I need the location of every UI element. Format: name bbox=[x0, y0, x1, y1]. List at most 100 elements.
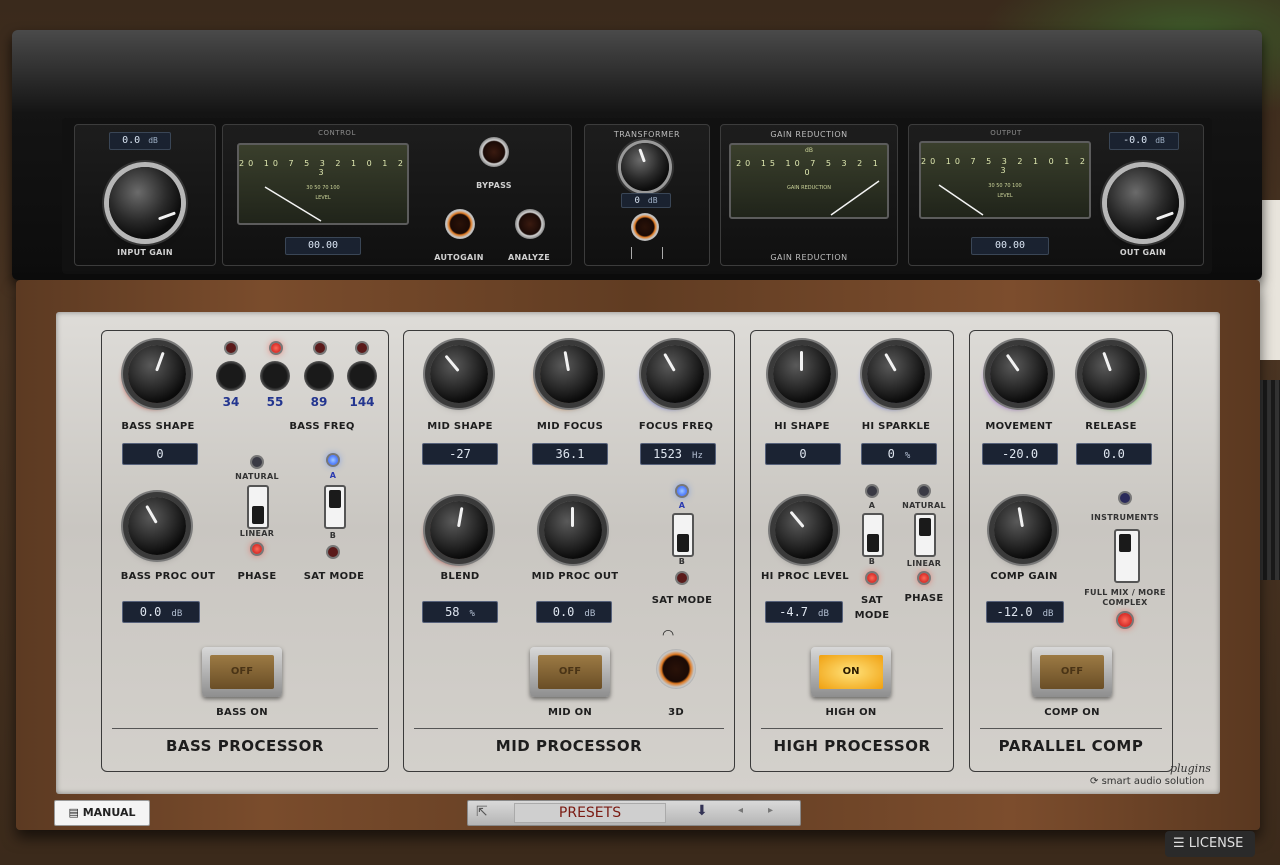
mid-on-button[interactable]: OFF bbox=[530, 647, 610, 697]
movement-knob[interactable] bbox=[990, 345, 1048, 403]
open-preset-icon[interactable]: ⇱ bbox=[476, 804, 488, 820]
hi-proc-level-display[interactable]: -4.7 dB bbox=[765, 601, 843, 623]
analyze-button[interactable] bbox=[515, 209, 545, 239]
mid-focus-label: MID FOCUS bbox=[536, 421, 604, 432]
bass-on-button[interactable]: OFF bbox=[202, 647, 282, 697]
input-gain-knob[interactable] bbox=[109, 167, 181, 239]
bass-sat-b-led bbox=[328, 547, 338, 557]
mid-sat-a-led bbox=[677, 486, 687, 496]
full-mix-label: FULL MIX / MORE COMPLEX bbox=[1084, 588, 1166, 607]
mid-sat-a-label: A bbox=[678, 501, 686, 510]
mid-processor-section: MID SHAPE -27 MID FOCUS 36.1 FOCUS FREQ … bbox=[403, 330, 735, 772]
hi-proc-level-unit: dB bbox=[818, 609, 829, 619]
mid-focus-value[interactable]: 36.1 bbox=[532, 443, 608, 465]
bass-sat-mode-toggle[interactable] bbox=[324, 485, 346, 529]
instruments-label: INSTRUMENTS bbox=[1090, 513, 1160, 522]
mid-sat-mode-label: SAT MODE bbox=[651, 595, 713, 606]
high-on-button[interactable]: ON bbox=[811, 647, 891, 697]
brand-logo: ⟳ smart audio solution bbox=[1090, 776, 1204, 787]
comp-gain-display[interactable]: -12.0 dB bbox=[986, 601, 1064, 623]
gain-reduction-bottom-label: GAIN REDUCTION bbox=[770, 253, 848, 262]
bass-shape-value[interactable]: 0 bbox=[122, 443, 198, 465]
release-value[interactable]: 0.0 bbox=[1076, 443, 1152, 465]
bass-freq-button-89[interactable] bbox=[304, 361, 334, 391]
mid-proc-out-knob[interactable] bbox=[544, 501, 602, 559]
mid-sat-b-led bbox=[677, 573, 687, 583]
bass-freq-button-34[interactable] bbox=[216, 361, 246, 391]
bass-freq-led-1 bbox=[226, 343, 236, 353]
bass-proc-out-knob[interactable] bbox=[128, 497, 186, 555]
brand-name: smart audio solution bbox=[1101, 776, 1205, 787]
next-preset-icon[interactable]: ▸ bbox=[768, 805, 773, 816]
hi-sparkle-unit: % bbox=[904, 451, 911, 461]
control-module: CONTROL 20 10 7 5 3 2 1 0 1 2 3 30 50 70… bbox=[222, 124, 572, 266]
hi-shape-knob[interactable] bbox=[773, 345, 831, 403]
output-module: OUTPUT 20 10 7 5 3 2 1 0 1 2 3 30 50 70 … bbox=[908, 124, 1204, 266]
input-gain-label: INPUT GAIN bbox=[117, 248, 173, 257]
comp-gain-unit: dB bbox=[1042, 609, 1054, 619]
mid-focus-knob[interactable] bbox=[540, 345, 598, 403]
transformer-knob[interactable] bbox=[621, 143, 669, 191]
bass-freq-button-55[interactable] bbox=[260, 361, 290, 391]
input-gain-display[interactable]: 0.0 dB bbox=[109, 132, 171, 150]
hi-sat-b-label: B bbox=[868, 557, 876, 566]
license-button[interactable]: ☰ LICENSE bbox=[1165, 831, 1255, 857]
comp-gain-knob[interactable] bbox=[994, 501, 1052, 559]
hi-phase-toggle[interactable] bbox=[914, 513, 936, 557]
hi-proc-level-knob[interactable] bbox=[775, 501, 833, 559]
bass-shape-label: BASS SHAPE bbox=[121, 421, 195, 432]
manual-button[interactable]: ▤ MANUAL bbox=[54, 800, 150, 826]
input-gain-value: 0.0 bbox=[122, 135, 141, 146]
menu-icon: ☰ bbox=[1173, 836, 1189, 851]
bypass-button[interactable] bbox=[479, 137, 509, 167]
blend-display[interactable]: 58% bbox=[422, 601, 498, 623]
bass-freq-led-4 bbox=[357, 343, 367, 353]
focus-freq-unit: Hz bbox=[692, 451, 703, 461]
mid-sat-mode-toggle[interactable] bbox=[672, 513, 694, 557]
release-knob[interactable] bbox=[1082, 345, 1140, 403]
hi-sat-mode-toggle[interactable] bbox=[862, 513, 884, 557]
comp-on-button[interactable]: OFF bbox=[1032, 647, 1112, 697]
out-gain-label: OUT GAIN bbox=[1119, 248, 1167, 257]
hi-sparkle-display[interactable]: 0% bbox=[861, 443, 937, 465]
focus-freq-knob[interactable] bbox=[646, 345, 704, 403]
3d-button[interactable] bbox=[656, 649, 696, 689]
3d-label: 3D bbox=[668, 707, 684, 718]
save-preset-icon[interactable]: ⬇ bbox=[696, 803, 708, 819]
hi-sparkle-knob[interactable] bbox=[867, 345, 925, 403]
mid-proc-out-label: MID PROC OUT bbox=[531, 571, 619, 582]
bass-shape-knob[interactable] bbox=[128, 345, 186, 403]
output-meter-needle bbox=[938, 184, 984, 216]
movement-value[interactable]: -20.0 bbox=[982, 443, 1058, 465]
mid-proc-out-display[interactable]: 0.0 dB bbox=[536, 601, 612, 623]
autogain-label: AUTOGAIN bbox=[434, 253, 484, 262]
bass-on-label: BASS ON bbox=[216, 707, 268, 718]
blend-knob[interactable] bbox=[430, 501, 488, 559]
comp-on-label: COMP ON bbox=[1044, 707, 1100, 718]
focus-freq-label: FOCUS FREQ bbox=[638, 421, 714, 432]
presets-dropdown[interactable]: PRESETS bbox=[514, 803, 666, 823]
mid-shape-knob[interactable] bbox=[430, 345, 488, 403]
transformer-title: TRANSFORMER bbox=[613, 130, 681, 139]
transformer-button[interactable] bbox=[631, 213, 659, 241]
input-module: 0.0 dB INPUT GAIN bbox=[74, 124, 216, 266]
output-readout: 00.00 bbox=[971, 237, 1049, 255]
bass-freq-button-144[interactable] bbox=[347, 361, 377, 391]
out-gain-knob[interactable] bbox=[1107, 167, 1179, 239]
bass-proc-out-display[interactable]: 0.0 dB bbox=[122, 601, 200, 623]
output-gain-display[interactable]: -0.0 dB bbox=[1109, 132, 1179, 150]
focus-freq-display[interactable]: 1523 Hz bbox=[640, 443, 716, 465]
mid-shape-value[interactable]: -27 bbox=[422, 443, 498, 465]
prev-preset-icon[interactable]: ◂ bbox=[738, 805, 743, 816]
mid-processor-title: MID PROCESSOR bbox=[495, 737, 643, 755]
hi-proc-level-label: HI PROC LEVEL bbox=[761, 571, 849, 582]
mid-proc-out-unit: dB bbox=[584, 609, 596, 619]
comp-gain-value: -12.0 bbox=[996, 605, 1033, 619]
mid-on-state: OFF bbox=[538, 655, 602, 689]
hi-shape-value[interactable]: 0 bbox=[765, 443, 841, 465]
comp-mode-toggle[interactable] bbox=[1114, 529, 1140, 583]
autogain-button[interactable] bbox=[445, 209, 475, 239]
high-on-state: ON bbox=[819, 655, 883, 689]
bass-phase-toggle[interactable] bbox=[247, 485, 269, 529]
instruments-led bbox=[1120, 493, 1130, 503]
